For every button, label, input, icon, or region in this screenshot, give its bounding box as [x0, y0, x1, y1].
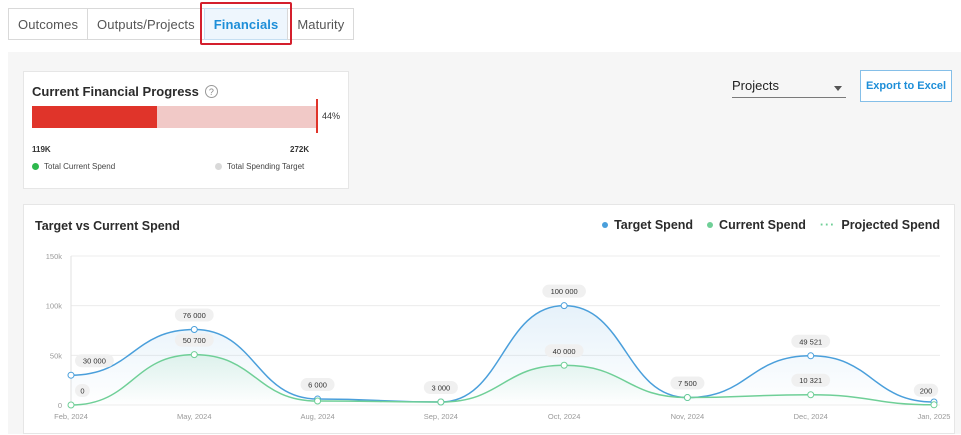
- data-point-target: [67, 371, 75, 379]
- financial-progress-card: Current Financial Progress ? 44% 119K 27…: [23, 71, 349, 189]
- x-tick-label: Sep, 2024: [424, 412, 458, 421]
- tab-financials[interactable]: Financials: [203, 8, 289, 40]
- x-tick-label: Jan, 2025: [918, 412, 951, 421]
- y-tick-label: 150k: [46, 252, 63, 261]
- data-label: 40 000: [553, 347, 576, 356]
- legend-dot-current: [32, 163, 39, 170]
- financial-progress-title-text: Current Financial Progress: [32, 84, 199, 99]
- data-point-current: [807, 391, 815, 399]
- data-label: 200: [920, 386, 933, 395]
- data-point-target: [190, 326, 198, 334]
- legend-spending-target: Total Spending Target: [215, 162, 304, 171]
- data-label: 50 700: [183, 336, 206, 345]
- data-point-current: [67, 401, 75, 409]
- data-point-current: [314, 397, 322, 405]
- x-tick-label: Dec, 2024: [794, 412, 828, 421]
- current-spend-value: 119K: [32, 145, 51, 154]
- target-vs-current-chart-card: Target vs Current Spend Target Spend Cur…: [23, 204, 955, 434]
- data-label: 3 000: [431, 384, 450, 393]
- x-tick-label: Oct, 2024: [548, 412, 581, 421]
- progress-bar-fill: [32, 106, 157, 128]
- data-label: 7 500: [678, 379, 697, 388]
- financial-progress-title: Current Financial Progress ?: [32, 84, 218, 99]
- data-label: 30 000: [83, 357, 106, 366]
- legend-current-spend: Total Current Spend: [32, 162, 115, 171]
- tab-outcomes[interactable]: Outcomes: [8, 8, 89, 40]
- data-label: 10 321: [799, 376, 822, 385]
- data-label: 76 000: [183, 311, 206, 320]
- legend-dot-target: [215, 163, 222, 170]
- target-value: 272K: [290, 145, 310, 154]
- view-tabs: Outcomes Outputs/Projects Financials Mat…: [8, 8, 355, 42]
- legend-current-label: Total Current Spend: [44, 162, 116, 171]
- y-tick-label: 100k: [46, 302, 63, 311]
- data-point-current: [437, 398, 445, 406]
- data-label: 0: [80, 387, 84, 396]
- legend-target-label: Total Spending Target: [227, 162, 305, 171]
- tab-maturity[interactable]: Maturity: [287, 8, 355, 40]
- export-to-excel-button[interactable]: Export to Excel: [860, 70, 952, 102]
- data-label: 100 000: [551, 287, 578, 296]
- dropdown-value: Projects: [732, 78, 779, 93]
- data-point-target: [560, 302, 568, 310]
- tab-outputs-projects[interactable]: Outputs/Projects: [87, 8, 205, 40]
- data-label: 6 000: [308, 381, 327, 390]
- data-point-current: [683, 394, 691, 402]
- data-point-current: [930, 401, 938, 409]
- data-point-current: [190, 351, 198, 359]
- x-tick-label: Feb, 2024: [54, 412, 88, 421]
- x-tick-label: Aug, 2024: [300, 412, 334, 421]
- x-tick-label: May, 2024: [177, 412, 211, 421]
- data-point-target: [807, 352, 815, 360]
- data-label: 49 521: [799, 337, 822, 346]
- y-tick-label: 0: [58, 401, 62, 410]
- progress-bar-track: [32, 106, 316, 128]
- progress-percent: 44%: [322, 111, 341, 121]
- question-circle-icon[interactable]: ?: [204, 85, 218, 98]
- progress-target-marker: [316, 99, 318, 133]
- data-point-current: [560, 361, 568, 369]
- spend-line-chart: 150k 100k 50k 0 Feb, 2024 May, 2024 Aug, 2024 S…: [46, 252, 951, 421]
- y-tick-label: 50k: [50, 351, 62, 360]
- projects-dropdown[interactable]: Projects: [732, 72, 846, 98]
- caret-down-icon: [834, 86, 842, 91]
- x-tick-label: Nov, 2024: [671, 412, 705, 421]
